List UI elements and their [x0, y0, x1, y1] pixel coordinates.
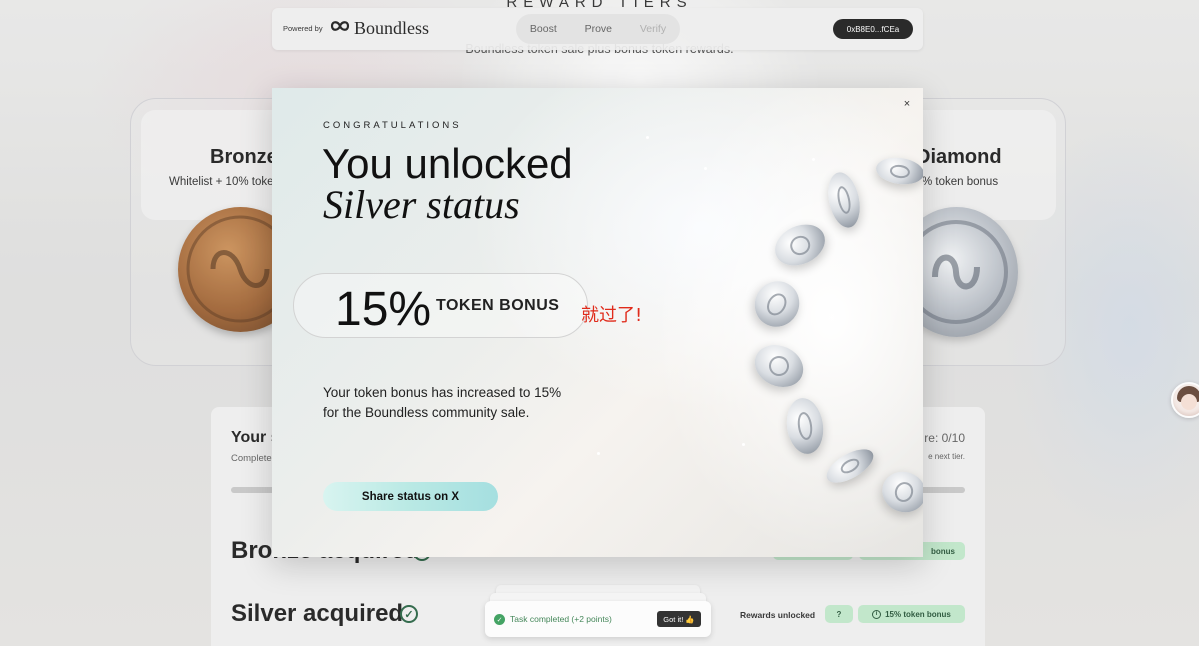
falling-coin-image — [821, 442, 879, 490]
share-on-x-button[interactable]: Share status on X — [323, 482, 498, 511]
sparkle-decoration — [704, 167, 707, 170]
modal-body-text: Your token bonus has increased to 15% fo… — [323, 385, 562, 420]
falling-coin-image — [783, 395, 827, 457]
sparkle-decoration — [812, 158, 815, 161]
falling-coin-image — [768, 216, 832, 274]
falling-coin-image — [747, 337, 811, 395]
close-icon[interactable]: × — [901, 98, 913, 110]
sparkle-decoration — [597, 452, 600, 455]
falling-coin-image — [746, 273, 808, 335]
falling-coin-image — [876, 465, 923, 519]
falling-coin-image — [823, 169, 865, 231]
handwritten-annotation: 就过了! — [581, 305, 643, 326]
sparkle-decoration — [646, 136, 649, 139]
silver-status-modal: × CONGRATULATIONS You unlocked Silver st… — [272, 88, 923, 557]
bonus-value: 15% — [335, 283, 432, 336]
modal-status: Silver status — [323, 182, 520, 227]
falling-coin-image — [874, 154, 923, 188]
bonus-label: TOKEN BONUS — [436, 297, 560, 314]
token-bonus-badge: 15% TOKEN BONUS — [293, 273, 588, 338]
sparkle-decoration — [742, 443, 745, 446]
modal-eyebrow: CONGRATULATIONS — [323, 120, 462, 131]
